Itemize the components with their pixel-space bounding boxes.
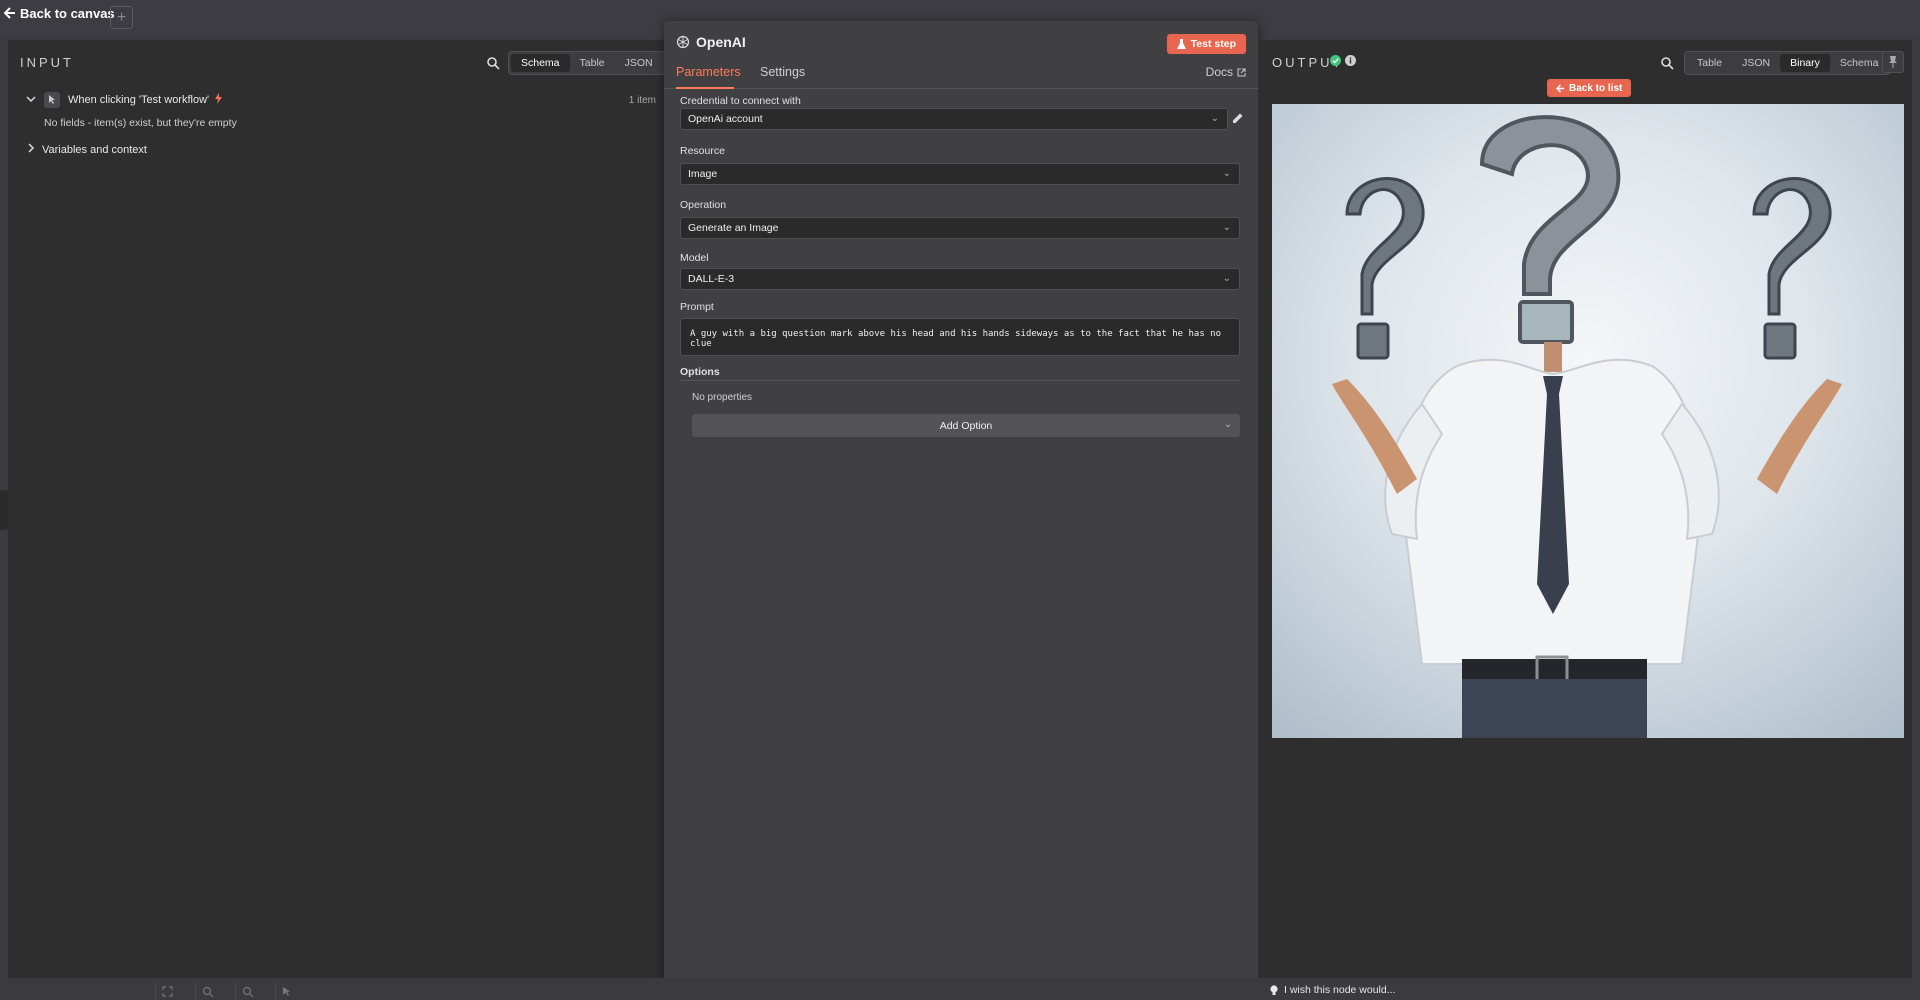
search-icon[interactable] [1660, 56, 1674, 70]
node-tabs: Parameters Settings [664, 63, 1258, 89]
add-option-button[interactable]: Add Option ⌄ [692, 414, 1240, 437]
input-view-table[interactable]: Table [570, 54, 615, 72]
output-view-schema[interactable]: Schema [1830, 54, 1889, 72]
input-view-schema[interactable]: Schema [511, 54, 570, 72]
prompt-input[interactable]: A guy with a big question mark above his… [680, 318, 1240, 356]
chevron-right-icon[interactable] [26, 143, 36, 156]
output-view-json[interactable]: JSON [1732, 54, 1780, 72]
info-icon[interactable] [1345, 55, 1356, 66]
add-node-button[interactable]: + [110, 6, 133, 29]
options-label: Options [680, 366, 720, 378]
operation-value: Generate an Image [688, 222, 779, 234]
pin-data-button[interactable] [1882, 51, 1904, 73]
input-view-json[interactable]: JSON [615, 54, 663, 72]
chevron-down-icon[interactable] [26, 94, 38, 107]
cursor-icon [44, 92, 60, 108]
node-parameters-panel: OpenAI Test step Parameters Settings Doc… [664, 21, 1258, 1000]
operation-label: Operation [680, 199, 727, 211]
lightning-icon [215, 93, 223, 107]
chevron-down-icon: ⌄ [1222, 222, 1231, 233]
pin-icon [1889, 56, 1897, 68]
test-step-button[interactable]: Test step [1166, 34, 1246, 54]
zoom-in-icon[interactable] [195, 983, 219, 1000]
cursor-tool-icon[interactable] [275, 983, 299, 1000]
tab-settings[interactable]: Settings [760, 65, 805, 89]
tab-parameters[interactable]: Parameters [676, 65, 741, 89]
external-link-icon [1237, 68, 1246, 76]
variables-context-row[interactable]: Variables and context [26, 143, 147, 156]
node-title-text: OpenAI [696, 34, 746, 50]
add-option-label: Add Option [939, 419, 993, 432]
item-count: 1 item [628, 94, 656, 106]
plus-icon: + [116, 8, 127, 26]
output-view-binary[interactable]: Binary [1780, 54, 1830, 72]
fit-view-icon[interactable] [155, 983, 179, 1000]
test-step-label: Test step [1190, 38, 1236, 50]
arrow-left-icon [1556, 83, 1564, 93]
prompt-label: Prompt [680, 301, 714, 313]
back-to-list-button[interactable]: Back to list [1547, 79, 1632, 97]
chevron-down-icon: ⌄ [1223, 419, 1232, 430]
success-check-icon [1330, 55, 1341, 66]
resource-select[interactable]: Image ⌄ [680, 163, 1240, 185]
arrow-left-icon [4, 7, 15, 19]
output-panel: OUTPUT Table JSON Binary Schema Back to … [1258, 40, 1912, 978]
input-panel: INPUT Schema Table JSON When clicking 'T… [8, 40, 666, 978]
empty-fields-message: No fields - item(s) exist, but they're e… [44, 117, 237, 129]
credential-select[interactable]: OpenAi account ⌄ [680, 108, 1228, 130]
variables-context-label: Variables and context [42, 143, 147, 156]
generated-image [1272, 104, 1904, 738]
options-divider [680, 380, 1240, 381]
credential-value: OpenAi account [688, 113, 763, 125]
trigger-row[interactable]: When clicking 'Test workflow' 1 item [26, 90, 656, 110]
node-title: OpenAI [676, 34, 746, 50]
output-status [1330, 55, 1356, 66]
chevron-down-icon: ⌄ [1222, 273, 1231, 284]
credential-label: Credential to connect with [680, 95, 801, 107]
input-view-switcher: Schema Table JSON [508, 51, 666, 75]
feedback-label: I wish this node would... [1284, 984, 1396, 996]
man-with-question-marks-image [1332, 115, 1842, 738]
openai-icon [676, 35, 690, 49]
flask-icon [1176, 39, 1186, 49]
resource-value: Image [688, 168, 718, 180]
chevron-down-icon: ⌄ [1222, 168, 1231, 179]
model-label: Model [680, 252, 709, 264]
docs-link[interactable]: Docs [1206, 65, 1246, 79]
canvas-zoom-controls [155, 983, 299, 1000]
back-to-canvas-label: Back to canvas [20, 5, 115, 21]
chevron-down-icon: ⌄ [1210, 113, 1219, 124]
back-to-list-label: Back to list [1569, 82, 1623, 94]
output-view-switcher: Table JSON Binary Schema [1684, 51, 1892, 75]
zoom-out-icon[interactable] [235, 983, 259, 1000]
no-properties-text: No properties [692, 392, 753, 403]
docs-label: Docs [1205, 65, 1233, 79]
operation-select[interactable]: Generate an Image ⌄ [680, 217, 1240, 239]
edit-pencil-icon[interactable] [1232, 112, 1244, 127]
model-value: DALL-E-3 [688, 273, 735, 285]
back-to-canvas-button[interactable]: Back to canvas [4, 5, 115, 21]
output-view-table[interactable]: Table [1687, 54, 1732, 72]
resource-label: Resource [680, 145, 725, 157]
model-select[interactable]: DALL-E-3 ⌄ [680, 268, 1240, 290]
lightbulb-icon [1270, 984, 1278, 995]
panel-resize-handle[interactable] [0, 490, 8, 530]
input-panel-title: INPUT [20, 55, 74, 70]
node-feedback-link[interactable]: I wish this node would... [1270, 984, 1395, 996]
search-icon[interactable] [486, 56, 500, 70]
trigger-name: When clicking 'Test workflow' [68, 94, 210, 106]
